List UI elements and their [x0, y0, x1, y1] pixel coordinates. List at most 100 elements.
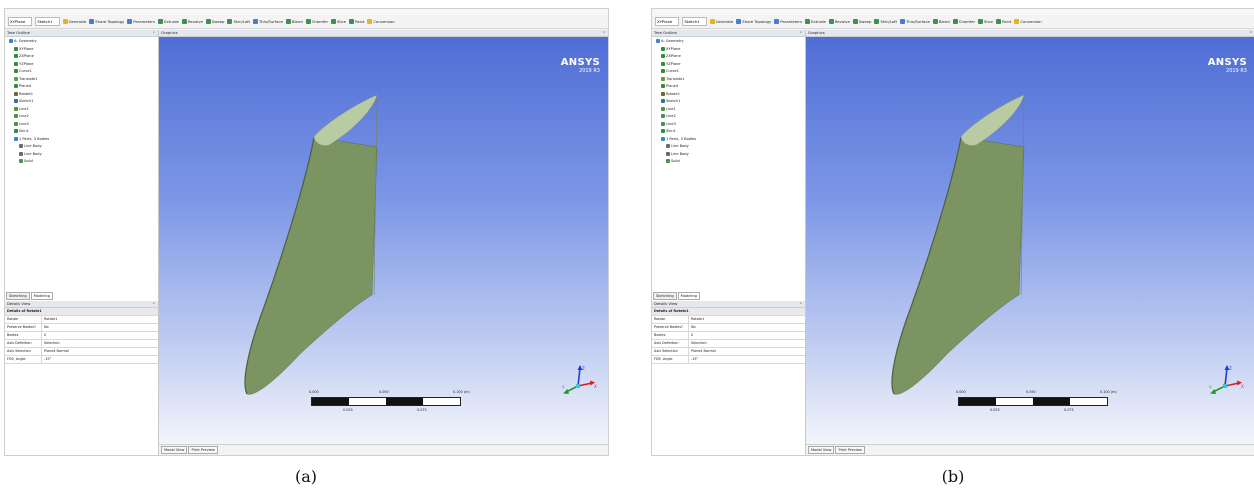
generate-button[interactable]: Generate	[709, 19, 733, 24]
details-row[interactable]: Bodies 0	[5, 332, 158, 340]
tree-item[interactable]: 1 Parts, 3 Bodies	[661, 136, 696, 141]
tree-item[interactable]: Sketch1	[14, 99, 33, 103]
tree-item[interactable]: 1 Parts, 3 Bodies	[14, 136, 49, 141]
slice-button[interactable]: Slice	[331, 19, 346, 24]
details-row[interactable]: FD9, Angle -15°	[5, 356, 158, 364]
tree-item[interactable]: Line3	[661, 121, 676, 126]
axis-triad-icon[interactable]: Z X Y	[558, 362, 598, 402]
thin-surface-button[interactable]: Thin/Surface	[899, 19, 930, 24]
details-row[interactable]: Bodies 0	[652, 332, 805, 340]
details-row[interactable]: Axis Definition Selection	[652, 340, 805, 348]
tree-item[interactable]: XYPlane	[661, 46, 681, 51]
tree-item[interactable]: Plane4	[661, 84, 678, 88]
details-row[interactable]: Preserve Bodies? No	[5, 324, 158, 332]
tree-item[interactable]: Line Body	[19, 151, 42, 156]
sketch-select[interactable]: Sketch1	[682, 17, 707, 26]
extrude-button[interactable]: Extrude	[804, 19, 826, 24]
conversion-button[interactable]: Conversion	[367, 19, 395, 24]
tree-item[interactable]: Line3	[14, 121, 29, 126]
blade-model[interactable]	[806, 37, 1254, 437]
skin-loft-button[interactable]: Skin/Loft	[227, 19, 250, 24]
tree-item[interactable]: A: Geometry	[9, 39, 37, 43]
tree-item[interactable]: Rotate1	[14, 91, 33, 96]
graphics-viewport[interactable]: ANSYS 2019 R3 0.000 0.050 0.100 (m) 0.02…	[159, 37, 608, 444]
slice-button[interactable]: Slice	[978, 19, 993, 24]
tab-model-view[interactable]: Model View	[808, 446, 835, 454]
tree-item[interactable]: Line2	[661, 114, 676, 118]
tree-item[interactable]: Translate1	[14, 76, 38, 81]
details-row[interactable]: Rotate Rotate1	[5, 316, 158, 324]
tree-item[interactable]: Solid	[666, 159, 680, 163]
point-button[interactable]: Point	[348, 19, 364, 24]
generate-button[interactable]: Generate	[62, 19, 86, 24]
sweep-button[interactable]: Sweep	[205, 19, 224, 24]
details-row[interactable]: Axis Selection Plane4 Normal	[5, 348, 158, 356]
tree-item[interactable]: Rotate1	[661, 91, 680, 96]
scale-label: 0.050	[379, 390, 389, 394]
details-group-header[interactable]: Details of Rotate1	[652, 308, 805, 316]
pin-icon[interactable]: ᵖ	[800, 30, 802, 36]
pin-icon[interactable]: ᵖ	[800, 301, 802, 307]
chamfer-button[interactable]: Chamfer	[952, 19, 975, 24]
tab-print-preview[interactable]: Print Preview	[835, 446, 865, 454]
details-row[interactable]: Rotate Rotate1	[652, 316, 805, 324]
sweep-button[interactable]: Sweep	[852, 19, 871, 24]
details-row[interactable]: FD9, Angle -15°	[652, 356, 805, 364]
pin-icon[interactable]: ᵖ	[1250, 30, 1252, 36]
tree-item[interactable]: Line Body	[19, 144, 42, 148]
share-topology-button[interactable]: Share Topology	[89, 19, 124, 24]
skin-loft-button[interactable]: Skin/Loft	[874, 19, 897, 24]
details-group-header[interactable]: Details of Rotate1	[5, 308, 158, 316]
tree-item[interactable]: ZXPlane	[661, 54, 681, 58]
extrude-button[interactable]: Extrude	[157, 19, 179, 24]
plane-select[interactable]: XYPlane	[8, 17, 33, 26]
pin-icon[interactable]: ᵖ	[153, 30, 155, 36]
tab-modeling[interactable]: Modeling	[30, 292, 54, 300]
share-topology-button[interactable]: Share Topology	[736, 19, 771, 24]
revolve-button[interactable]: Revolve	[828, 19, 850, 24]
conversion-button[interactable]: Conversion	[1014, 19, 1042, 24]
tree-item[interactable]: Curve1	[14, 69, 32, 73]
axis-triad-icon[interactable]: Z X Y	[1205, 362, 1245, 402]
tree-item[interactable]: YZPlane	[661, 61, 681, 66]
tree-item-label: Plane4	[666, 84, 679, 88]
tree-item[interactable]: Solid	[19, 159, 33, 163]
graphics-viewport[interactable]: ANSYS 2019 R3 0.000 0.050 0.100 (m) 0.02…	[806, 37, 1254, 444]
parameters-button[interactable]: Parameters	[127, 19, 155, 24]
pin-icon[interactable]: ᵖ	[153, 301, 155, 307]
tree-item[interactable]: A: Geometry	[656, 39, 684, 43]
tab-sketching[interactable]: Sketching	[6, 292, 30, 300]
pin-icon[interactable]: ᵖ	[603, 30, 605, 36]
tree-item[interactable]: Line2	[14, 114, 29, 118]
tree-item[interactable]: Line1	[661, 106, 676, 111]
tab-model-view[interactable]: Model View	[161, 446, 188, 454]
tab-print-preview[interactable]: Print Preview	[188, 446, 218, 454]
blend-button[interactable]: Blend	[932, 19, 950, 24]
tree-item[interactable]: Line Body	[666, 151, 689, 156]
tree-item[interactable]: XYPlane	[14, 46, 34, 51]
tab-sketching[interactable]: Sketching	[653, 292, 677, 300]
plane-select[interactable]: XYPlane	[655, 17, 680, 26]
blend-button[interactable]: Blend	[285, 19, 303, 24]
tree-item[interactable]: Sketch1	[661, 99, 680, 103]
tab-modeling[interactable]: Modeling	[677, 292, 701, 300]
blade-model[interactable]	[159, 37, 608, 437]
tree-item[interactable]: Plane4	[14, 84, 31, 88]
tree-item[interactable]: Skin1	[661, 129, 676, 133]
tree-item[interactable]: Curve1	[661, 69, 679, 73]
point-button[interactable]: Point	[995, 19, 1011, 24]
details-row[interactable]: Axis Definition Selection	[5, 340, 158, 348]
thin-surface-button[interactable]: Thin/Surface	[252, 19, 283, 24]
chamfer-button[interactable]: Chamfer	[305, 19, 328, 24]
tree-item[interactable]: Translate1	[661, 76, 685, 81]
tree-item[interactable]: YZPlane	[14, 61, 34, 66]
tree-item[interactable]: Line Body	[666, 144, 689, 148]
revolve-button[interactable]: Revolve	[181, 19, 203, 24]
sketch-select[interactable]: Sketch1	[35, 17, 60, 26]
details-row[interactable]: Axis Selection Plane4 Normal	[652, 348, 805, 356]
tree-item[interactable]: Skin1	[14, 129, 29, 133]
details-row[interactable]: Preserve Bodies? No	[652, 324, 805, 332]
tree-item[interactable]: ZXPlane	[14, 54, 34, 58]
parameters-button[interactable]: Parameters	[774, 19, 802, 24]
tree-item[interactable]: Line1	[14, 106, 29, 111]
